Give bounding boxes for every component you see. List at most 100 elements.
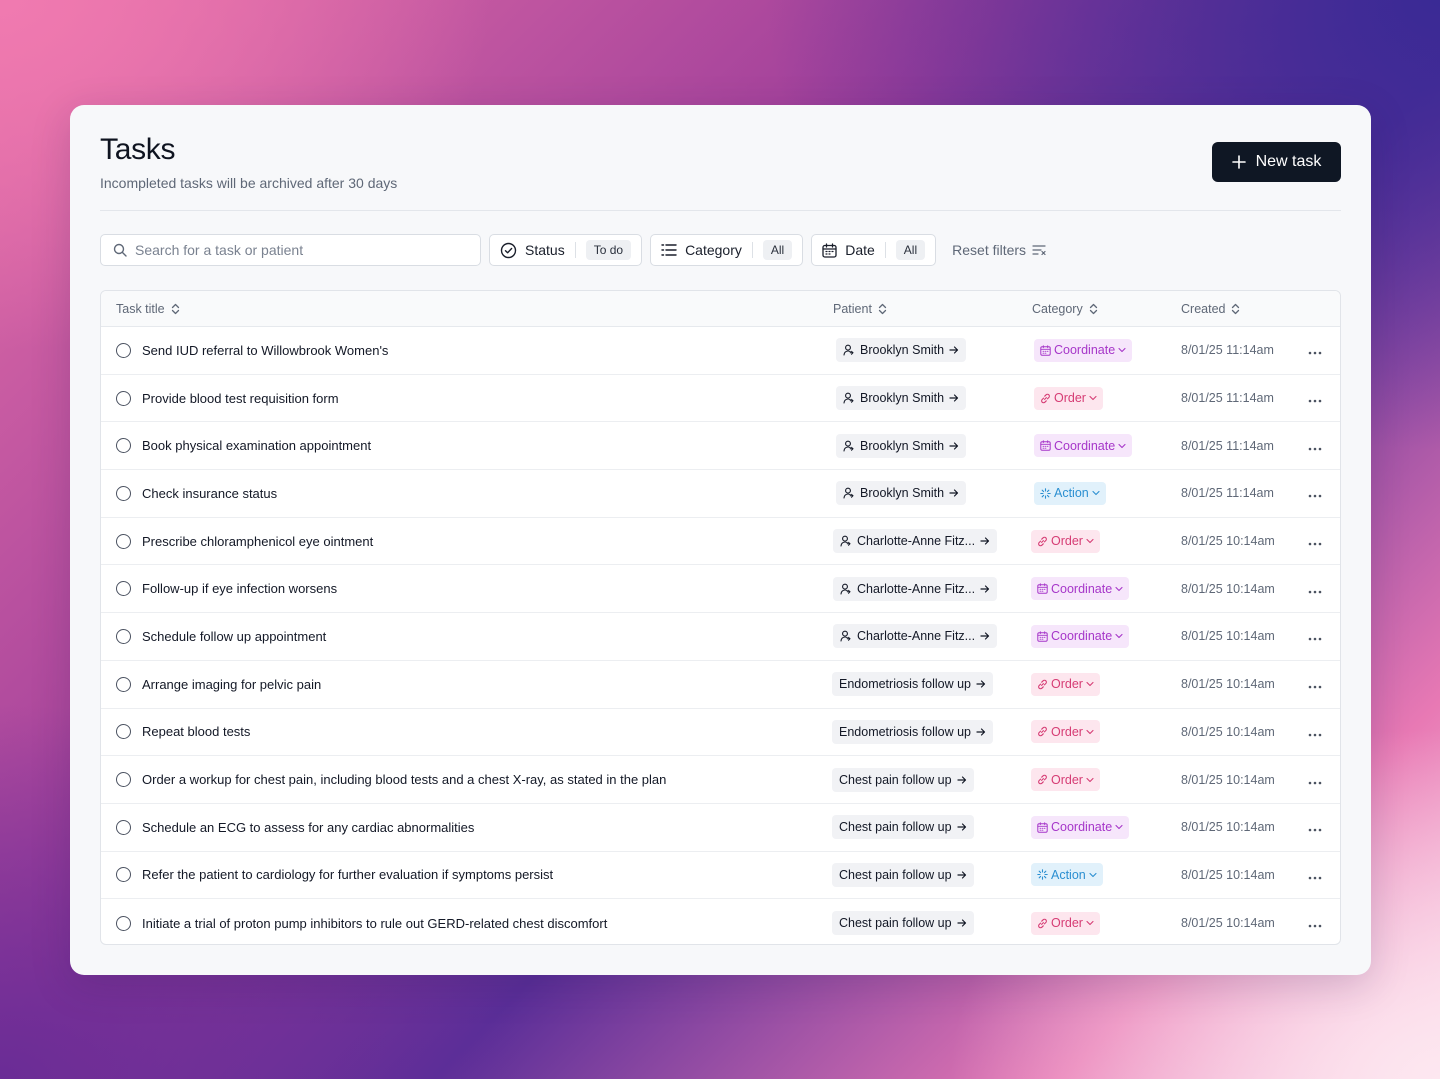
category-chip[interactable]: Action [1034,481,1106,505]
table-row[interactable]: Refer the patient to cardiology for furt… [101,852,1340,900]
category-chip[interactable]: Order [1031,768,1100,792]
patient-chip[interactable]: Charlotte-Anne Fitz... [833,576,998,601]
task-checkbox[interactable] [116,819,131,835]
table-row[interactable]: Initiate a trial of proton pump inhibito… [101,899,1340,944]
patient-name: Charlotte-Anne Fitz... [857,534,976,549]
table-row[interactable]: Arrange imaging for pelvic pain Endometr… [101,661,1340,709]
more-horizontal-icon[interactable] [1308,485,1322,501]
patient-chip[interactable]: Brooklyn Smith [836,481,967,506]
created-date: 8/01/25 10:14am [1181,677,1275,692]
category-chip[interactable]: Order [1034,386,1103,410]
table-row[interactable]: Schedule follow up appointment Charlotte… [101,613,1340,661]
reset-filters-button[interactable]: Reset filters [952,242,1046,258]
chevron-down-icon [1086,682,1094,687]
category-chip[interactable]: Order [1031,672,1100,696]
task-checkbox[interactable] [116,915,131,931]
more-horizontal-icon[interactable] [1308,581,1322,597]
category-chip[interactable]: Action [1031,863,1103,887]
task-checkbox[interactable] [116,533,131,549]
patient-chip[interactable]: Charlotte-Anne Fitz... [833,529,998,554]
more-horizontal-icon[interactable] [1308,676,1322,692]
task-checkbox[interactable] [116,390,131,406]
task-checkbox[interactable] [116,724,131,740]
task-checkbox[interactable] [116,867,131,883]
row-actions-cell [1308,756,1322,803]
column-header-created[interactable]: Created [1181,291,1240,327]
patient-cell: Endometriosis follow up [832,661,994,708]
more-horizontal-icon[interactable] [1308,724,1322,740]
category-chip[interactable]: Order [1031,720,1100,744]
category-label: Coordinate [1054,343,1116,358]
table-row[interactable]: Order a workup for chest pain, including… [101,756,1340,804]
patient-cell: Brooklyn Smith [836,422,967,469]
patient-chip[interactable]: Brooklyn Smith [836,386,967,411]
task-checkbox[interactable] [116,342,131,358]
column-header-category[interactable]: Category [1032,291,1098,327]
patient-chip[interactable]: Chest pain follow up [832,911,974,936]
more-horizontal-icon[interactable] [1308,533,1322,549]
row-actions-cell [1308,375,1322,422]
patient-chip[interactable]: Endometriosis follow up [832,719,994,744]
patient-chip[interactable]: Endometriosis follow up [832,672,994,697]
column-header-task-title[interactable]: Task title [116,291,180,327]
category-chip[interactable]: Order [1031,529,1100,553]
category-chip[interactable]: Coordinate [1034,338,1133,362]
task-checkbox[interactable] [116,772,131,788]
table-row[interactable]: Prescribe chloramphenicol eye ointment C… [101,518,1340,566]
table-row[interactable]: Schedule an ECG to assess for any cardia… [101,804,1340,852]
filter-bar: Status To do Category All Date All Reset… [100,234,1046,266]
patient-chip[interactable]: Charlotte-Anne Fitz... [833,624,998,649]
created-cell: 8/01/25 11:14am [1181,470,1274,517]
category-cell: Coordinate [1031,804,1130,851]
more-horizontal-icon[interactable] [1308,772,1322,788]
user-icon [840,535,851,547]
column-header-patient[interactable]: Patient [833,291,887,327]
table-header: Task title Patient Category Created [101,291,1340,327]
category-chip[interactable]: Coordinate [1031,577,1130,601]
patient-cell: Chest pain follow up [832,899,974,944]
patient-chip[interactable]: Chest pain follow up [832,815,974,840]
more-horizontal-icon[interactable] [1308,390,1322,406]
category-label: Coordinate [1051,581,1113,596]
link-icon [1038,679,1047,689]
patient-chip[interactable]: Chest pain follow up [832,767,974,792]
category-chip[interactable]: Coordinate [1031,815,1130,839]
table-row[interactable]: Repeat blood tests Endometriosis follow … [101,709,1340,757]
link-icon [1038,727,1047,737]
more-horizontal-icon[interactable] [1308,915,1322,931]
more-horizontal-icon[interactable] [1308,342,1322,358]
category-cell: Order [1031,661,1100,708]
category-cell: Order [1034,375,1103,422]
filter-clear-icon [1032,245,1046,256]
more-horizontal-icon[interactable] [1308,867,1322,883]
table-row[interactable]: Book physical examination appointment Br… [101,422,1340,471]
task-checkbox[interactable] [116,628,131,644]
task-checkbox-cell [116,709,131,756]
patient-name: Brooklyn Smith [860,438,945,453]
table-row[interactable]: Follow-up if eye infection worsens Charl… [101,565,1340,614]
task-title-cell: Refer the patient to cardiology for furt… [142,852,553,899]
new-task-button[interactable]: New task [1212,142,1341,182]
search-input[interactable] [135,242,455,258]
category-chip[interactable]: Order [1031,911,1100,935]
category-label: Action [1051,867,1086,882]
category-chip[interactable]: Coordinate [1031,624,1130,648]
patient-cell: Chest pain follow up [832,756,974,803]
patient-chip[interactable]: Brooklyn Smith [836,338,967,363]
more-horizontal-icon[interactable] [1308,819,1322,835]
category-filter-button[interactable]: Category All [650,234,804,266]
more-horizontal-icon[interactable] [1308,628,1322,644]
status-filter-button[interactable]: Status To do [489,234,643,266]
category-chip[interactable]: Coordinate [1034,434,1133,458]
task-checkbox[interactable] [116,676,131,692]
task-checkbox[interactable] [116,438,131,454]
more-horizontal-icon[interactable] [1308,438,1322,454]
patient-chip[interactable]: Chest pain follow up [832,862,974,887]
table-row[interactable]: Send IUD referral to Willowbrook Women's… [101,327,1340,375]
patient-chip[interactable]: Brooklyn Smith [836,433,967,458]
date-filter-button[interactable]: Date All [811,234,937,266]
task-checkbox[interactable] [116,485,131,501]
table-row[interactable]: Provide blood test requisition form Broo… [101,375,1340,423]
task-checkbox[interactable] [116,581,131,597]
table-row[interactable]: Check insurance status Brooklyn Smith Ac… [101,470,1340,518]
